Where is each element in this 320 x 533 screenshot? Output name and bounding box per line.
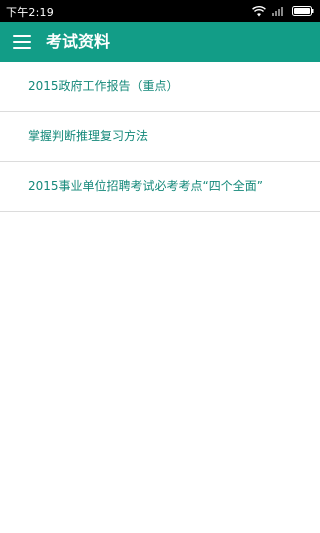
page-title: 考试资料 — [46, 32, 111, 51]
status-icons — [252, 4, 314, 18]
list-item-label: 掌握判断推理复习方法 — [28, 129, 149, 143]
list-item[interactable]: 2015事业单位招聘考试必考考点“四个全面” — [0, 162, 320, 212]
list-item[interactable]: 掌握判断推理复习方法 — [0, 112, 320, 162]
wifi-icon — [252, 5, 266, 17]
app-toolbar: 考试资料 — [0, 22, 320, 62]
list-item[interactable]: 2015政府工作报告（重点） — [0, 62, 320, 112]
status-bar: 下午2:19 — [0, 0, 320, 22]
battery-icon — [292, 6, 314, 16]
hamburger-menu-icon[interactable] — [13, 35, 31, 49]
signal-icon — [272, 6, 286, 16]
material-list: 2015政府工作报告（重点） 掌握判断推理复习方法 2015事业单位招聘考试必考… — [0, 62, 320, 212]
list-item-label: 2015事业单位招聘考试必考考点“四个全面” — [28, 179, 263, 193]
list-item-label: 2015政府工作报告（重点） — [28, 79, 179, 93]
status-time: 下午2:19 — [6, 6, 54, 19]
